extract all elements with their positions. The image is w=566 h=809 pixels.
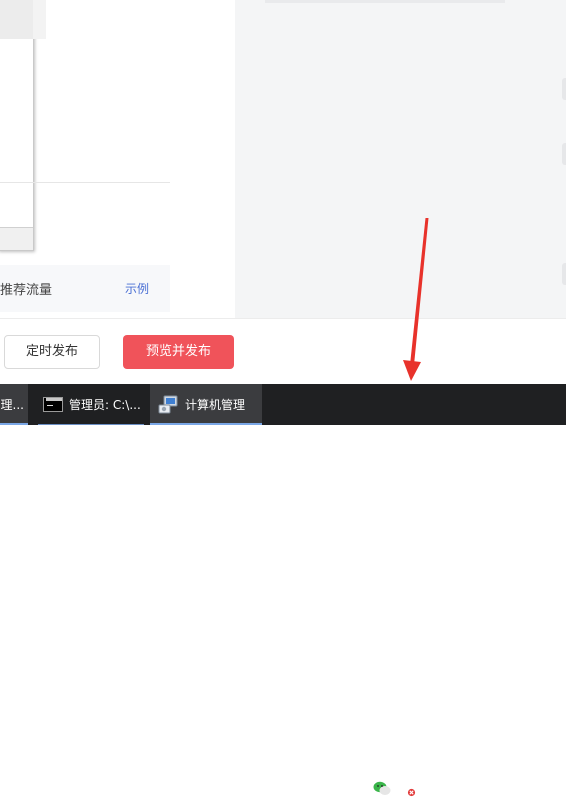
taskbar-item-cmd[interactable]: 管理员: C:\... — [38, 384, 144, 425]
window-statusbar — [0, 227, 33, 250]
cpu-temperature-widget[interactable]: 46℃ CPU温度 — [280, 770, 336, 802]
section-divider — [0, 182, 170, 183]
window-shadow-block — [33, 0, 46, 39]
computer-management-icon — [158, 395, 178, 413]
ime-mode-button[interactable]: 拼 — [470, 768, 492, 809]
cpu-temperature-value: 46℃ — [293, 771, 323, 785]
side-tab[interactable] — [562, 263, 566, 285]
ime-mode-label: 拼 — [473, 781, 489, 796]
cpu-temperature-label: CPU温度 — [283, 787, 333, 801]
network-tray-button[interactable] — [396, 768, 418, 809]
ime-language-label: 英 — [447, 783, 461, 798]
side-tab[interactable] — [562, 78, 566, 100]
timed-publish-button[interactable]: 定时发布 — [4, 335, 100, 369]
taskbar-item-label: 管理员: C:\... — [69, 398, 141, 412]
preview-top-strip — [265, 0, 505, 3]
cmd-icon — [43, 397, 63, 412]
volume-muted-icon — [422, 782, 437, 795]
taskbar-item[interactable]: 理... — [0, 384, 28, 425]
system-clock[interactable]: 16:51 2022/6/21 — [502, 770, 566, 804]
recommend-traffic-label: 推荐流量 — [0, 283, 53, 298]
window-header — [0, 0, 33, 39]
taskbar-item-label: 计算机管理 — [185, 398, 246, 412]
clock-time: 16:51 — [516, 771, 552, 785]
example-link[interactable]: 示例 — [125, 280, 149, 297]
side-tab[interactable] — [562, 143, 566, 165]
ime-language-button[interactable]: 英 — [443, 768, 465, 809]
show-hidden-icons-button[interactable] — [348, 768, 366, 809]
volume-tray-button[interactable] — [420, 768, 440, 809]
clock-date: 2022/6/21 — [503, 788, 565, 802]
wechat-tray-button[interactable] — [371, 768, 393, 809]
taskbar-item-label: 理... — [0, 398, 24, 412]
chevron-up-icon — [351, 785, 363, 792]
preview-panel — [235, 0, 566, 318]
preview-publish-button[interactable]: 预览并发布 — [123, 335, 234, 369]
network-disconnected-icon — [399, 781, 416, 796]
overlapping-window[interactable] — [0, 0, 34, 251]
wechat-icon — [373, 781, 391, 795]
taskbar-item-computer-management[interactable]: 计算机管理 — [150, 384, 262, 425]
taskbar: 理... 管理员: C:\... 计算机管理 46℃ CPU温度 英 拼 16:… — [0, 384, 566, 802]
